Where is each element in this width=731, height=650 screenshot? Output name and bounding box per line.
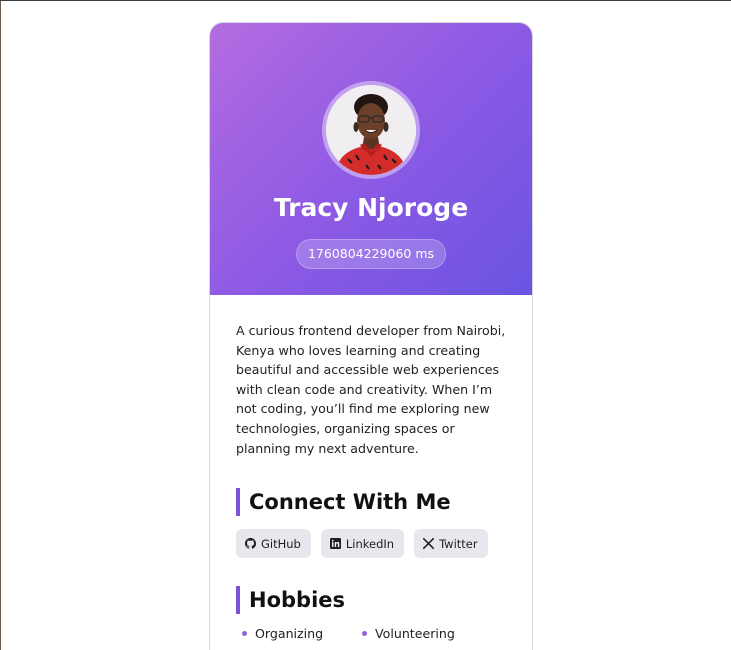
connect-heading: Connect With Me bbox=[236, 488, 506, 517]
hobby-label: Volunteering bbox=[375, 626, 455, 642]
x-icon bbox=[423, 538, 435, 550]
avatar-ring bbox=[322, 81, 420, 179]
hobby-label: Organizing bbox=[255, 626, 324, 642]
github-link[interactable]: GitHub bbox=[236, 529, 311, 559]
social-links: GitHub LinkedIn Twitter bbox=[236, 529, 506, 559]
profile-card: Tracy Njoroge 1760804229060 ms A curious… bbox=[209, 22, 533, 650]
profile-body: A curious frontend developer from Nairob… bbox=[210, 295, 532, 641]
linkedin-link[interactable]: LinkedIn bbox=[320, 529, 405, 559]
linkedin-label: LinkedIn bbox=[345, 536, 395, 551]
profile-header: Tracy Njoroge 1760804229060 ms bbox=[210, 23, 532, 295]
list-item: Organizing bbox=[242, 626, 362, 641]
twitter-link[interactable]: Twitter bbox=[414, 529, 488, 559]
github-icon bbox=[245, 538, 256, 549]
list-item: Volunteering bbox=[362, 626, 482, 641]
hobbies-heading: Hobbies bbox=[236, 586, 506, 615]
github-label: GitHub bbox=[261, 536, 301, 551]
avatar bbox=[326, 85, 416, 175]
bio-text: A curious frontend developer from Nairob… bbox=[236, 323, 506, 456]
bullet-icon bbox=[242, 631, 247, 637]
profile-name: Tracy Njoroge bbox=[273, 193, 469, 222]
twitter-label: Twitter bbox=[439, 536, 478, 551]
time-badge: 1760804229060 ms bbox=[296, 239, 446, 269]
linkedin-icon bbox=[329, 538, 341, 550]
hobbies-list: Organizing Volunteering bbox=[236, 626, 506, 641]
avatar-image bbox=[326, 85, 416, 175]
bullet-icon bbox=[362, 631, 367, 637]
